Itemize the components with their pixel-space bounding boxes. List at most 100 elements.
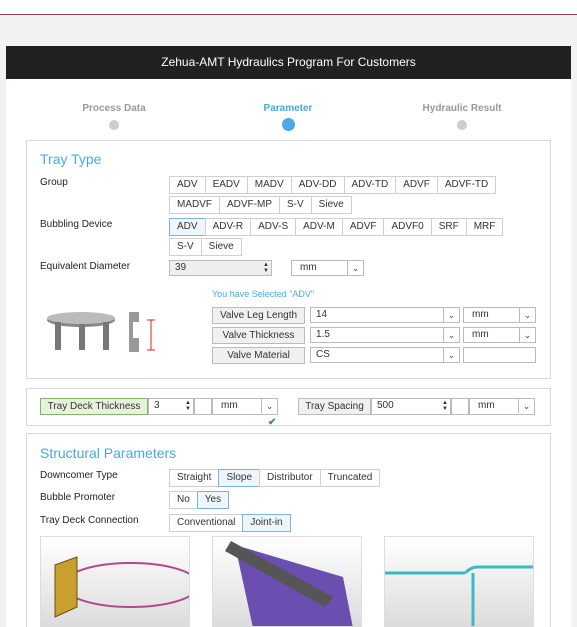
tray-ring (62, 562, 189, 608)
bubbling-button-srf[interactable]: SRF (430, 218, 467, 236)
chevron-down-icon: ⌄ (443, 328, 459, 342)
tray-deck-thickness-spacer (194, 398, 212, 415)
equivalent-diameter-unit-select[interactable]: mm ⌄ (291, 260, 364, 276)
unit-value: mm (478, 400, 495, 411)
selected-note: You have Selected "ADV" (212, 289, 315, 299)
group-button-eadv[interactable]: EADV (204, 176, 248, 194)
valve-thickness-select[interactable]: 1.5 ⌄ (310, 327, 460, 343)
chevron-down-icon: ⌄ (443, 308, 459, 322)
group-label: Group (40, 177, 68, 188)
downcomer-button-slope[interactable]: Slope (218, 469, 261, 487)
tray-spacing-label: Tray Spacing (298, 398, 371, 415)
valve-leg-length-value: 14 (316, 309, 328, 320)
spinner-icon[interactable]: ▲ ▼ (442, 400, 448, 412)
tray-type-title: Tray Type (40, 151, 102, 167)
valve-leg-length-select[interactable]: 14 ⌄ (310, 307, 460, 323)
tray-deck-thickness-value: 3 (154, 400, 160, 411)
step-hydraulic-result[interactable]: Hydraulic Result (402, 103, 522, 130)
tray-deck-connection-buttons: Conventional Joint-in (169, 514, 291, 534)
app-title: Zehua-AMT Hydraulics Program For Custome… (161, 55, 416, 69)
tray-spacing-unit-select[interactable]: mm ⌄ (469, 398, 535, 415)
downcomer-button-straight[interactable]: Straight (169, 469, 220, 487)
chevron-down-icon: ⌄ (518, 399, 534, 413)
group-button-advf[interactable]: ADVF (395, 176, 438, 194)
valve-material-extra-field[interactable] (463, 347, 536, 363)
valve-material-label: Valve Material (212, 347, 305, 364)
connection-button-joint-in[interactable]: Joint-in (242, 514, 291, 532)
downcomer-button-distributor[interactable]: Distributor (259, 469, 321, 487)
group-button-adv-dd[interactable]: ADV-DD (290, 176, 345, 194)
step-label: Process Data (82, 103, 146, 114)
tray-deck-panel: Tray Deck Thickness 3 ▲ ▼ mm ⌄ ✔ Tray Spa… (26, 388, 551, 428)
step-progress: Process Data Parameter Hydraulic Result (6, 103, 571, 133)
bubbling-button-adv-r[interactable]: ADV-R (204, 218, 252, 236)
bubble-promoter-button-yes[interactable]: Yes (196, 491, 230, 509)
valve-profile (129, 312, 139, 352)
group-button-madv[interactable]: MADV (246, 176, 292, 194)
bubbling-button-s-v[interactable]: S-V (169, 238, 202, 256)
bubble-promoter-buttons: No Yes (169, 491, 230, 511)
chevron-down-icon: ⌄ (443, 348, 459, 362)
valve-material-select[interactable]: CS ⌄ (310, 347, 460, 363)
spinner-icon[interactable]: ▲ ▼ (263, 262, 269, 274)
unit-value: mm (221, 400, 238, 411)
group-buttons-row1: ADV EADV MADV ADV-DD ADV-TD ADVF ADVF-TD (169, 176, 549, 196)
bubbling-button-sieve[interactable]: Sieve (200, 238, 242, 256)
downcomer-straight-image[interactable] (40, 536, 190, 627)
tray-deck-connection-label: Tray Deck Connection (40, 515, 139, 526)
bubble-promoter-button-no[interactable]: No (169, 491, 198, 509)
spinner-icon[interactable]: ▲ ▼ (185, 400, 191, 412)
connection-button-conventional[interactable]: Conventional (169, 514, 244, 532)
downcomer-type-label: Downcomer Type (40, 470, 118, 481)
bubbling-button-mrf[interactable]: MRF (465, 218, 504, 236)
tray-spacing-input[interactable]: 500 ▲ ▼ (371, 398, 451, 415)
valve-thickness-label: Valve Thickness (212, 327, 305, 344)
step-process-data[interactable]: Process Data (54, 103, 174, 130)
group-button-madvf[interactable]: MADVF (169, 196, 220, 214)
valve-thickness-unit-select[interactable]: mm ⌄ (463, 327, 536, 343)
tray-spacing-value: 500 (377, 400, 394, 411)
group-button-s-v[interactable]: S-V (279, 196, 312, 214)
downcomer-plate (54, 556, 78, 618)
step-parameter[interactable]: Parameter (228, 103, 348, 131)
top-bar (0, 0, 577, 15)
valve-material-value: CS (316, 349, 330, 360)
equivalent-diameter-input[interactable]: 39 ▲ ▼ (169, 260, 272, 276)
structural-title: Structural Parameters (40, 445, 177, 461)
chevron-down-icon: ⌄ (261, 399, 277, 413)
bubble-promoter-label: Bubble Promoter (40, 492, 116, 503)
downcomer-button-truncated[interactable]: Truncated (319, 469, 381, 487)
top-divider (0, 14, 577, 15)
tray-spacing-spacer (451, 398, 469, 415)
tray-deck-thickness-unit-select[interactable]: mm ⌄ (212, 398, 278, 415)
tray-deck-thickness-label: Tray Deck Thickness (40, 398, 148, 415)
group-button-advf-td[interactable]: ADVF-TD (436, 176, 497, 194)
group-button-advf-mp[interactable]: ADVF-MP (219, 196, 280, 214)
valve-leg-unit-select[interactable]: mm ⌄ (463, 307, 536, 323)
group-button-adv[interactable]: ADV (169, 176, 206, 194)
main-content: Process Data Parameter Hydraulic Result … (6, 79, 571, 627)
valve-illustration (47, 312, 155, 352)
bubbling-button-advf[interactable]: ADVF (341, 218, 385, 236)
bubbling-button-adv-s[interactable]: ADV-S (250, 218, 297, 236)
unit-value: mm (472, 309, 489, 320)
bubbling-button-adv-m[interactable]: ADV-M (295, 218, 343, 236)
bubbling-button-adv[interactable]: ADV (169, 218, 206, 236)
unit-value: mm (472, 329, 489, 340)
app-header: Zehua-AMT Hydraulics Program For Custome… (6, 46, 571, 79)
step-dot-icon (457, 120, 467, 130)
unit-value: mm (300, 262, 317, 273)
slope-downcomer-illustration (225, 541, 353, 626)
deck-right (463, 565, 533, 575)
valve-leg (103, 322, 109, 350)
downcomer-slope-image[interactable] (212, 536, 362, 627)
tray-type-panel: Tray Type Group ADV EADV MADV ADV-DD ADV-TD A… (26, 140, 551, 379)
chevron-down-icon: ⌄ (347, 261, 363, 275)
group-button-adv-td[interactable]: ADV-TD (343, 176, 397, 194)
group-button-sieve[interactable]: Sieve (310, 196, 352, 214)
joint-in-illustration (385, 565, 533, 626)
tray-deck-thickness-input[interactable]: 3 ▲ ▼ (148, 398, 194, 415)
tray-deck-joint-image[interactable] (384, 536, 534, 627)
step-label: Hydraulic Result (422, 103, 502, 114)
bubbling-button-advf0[interactable]: ADVF0 (383, 218, 432, 236)
